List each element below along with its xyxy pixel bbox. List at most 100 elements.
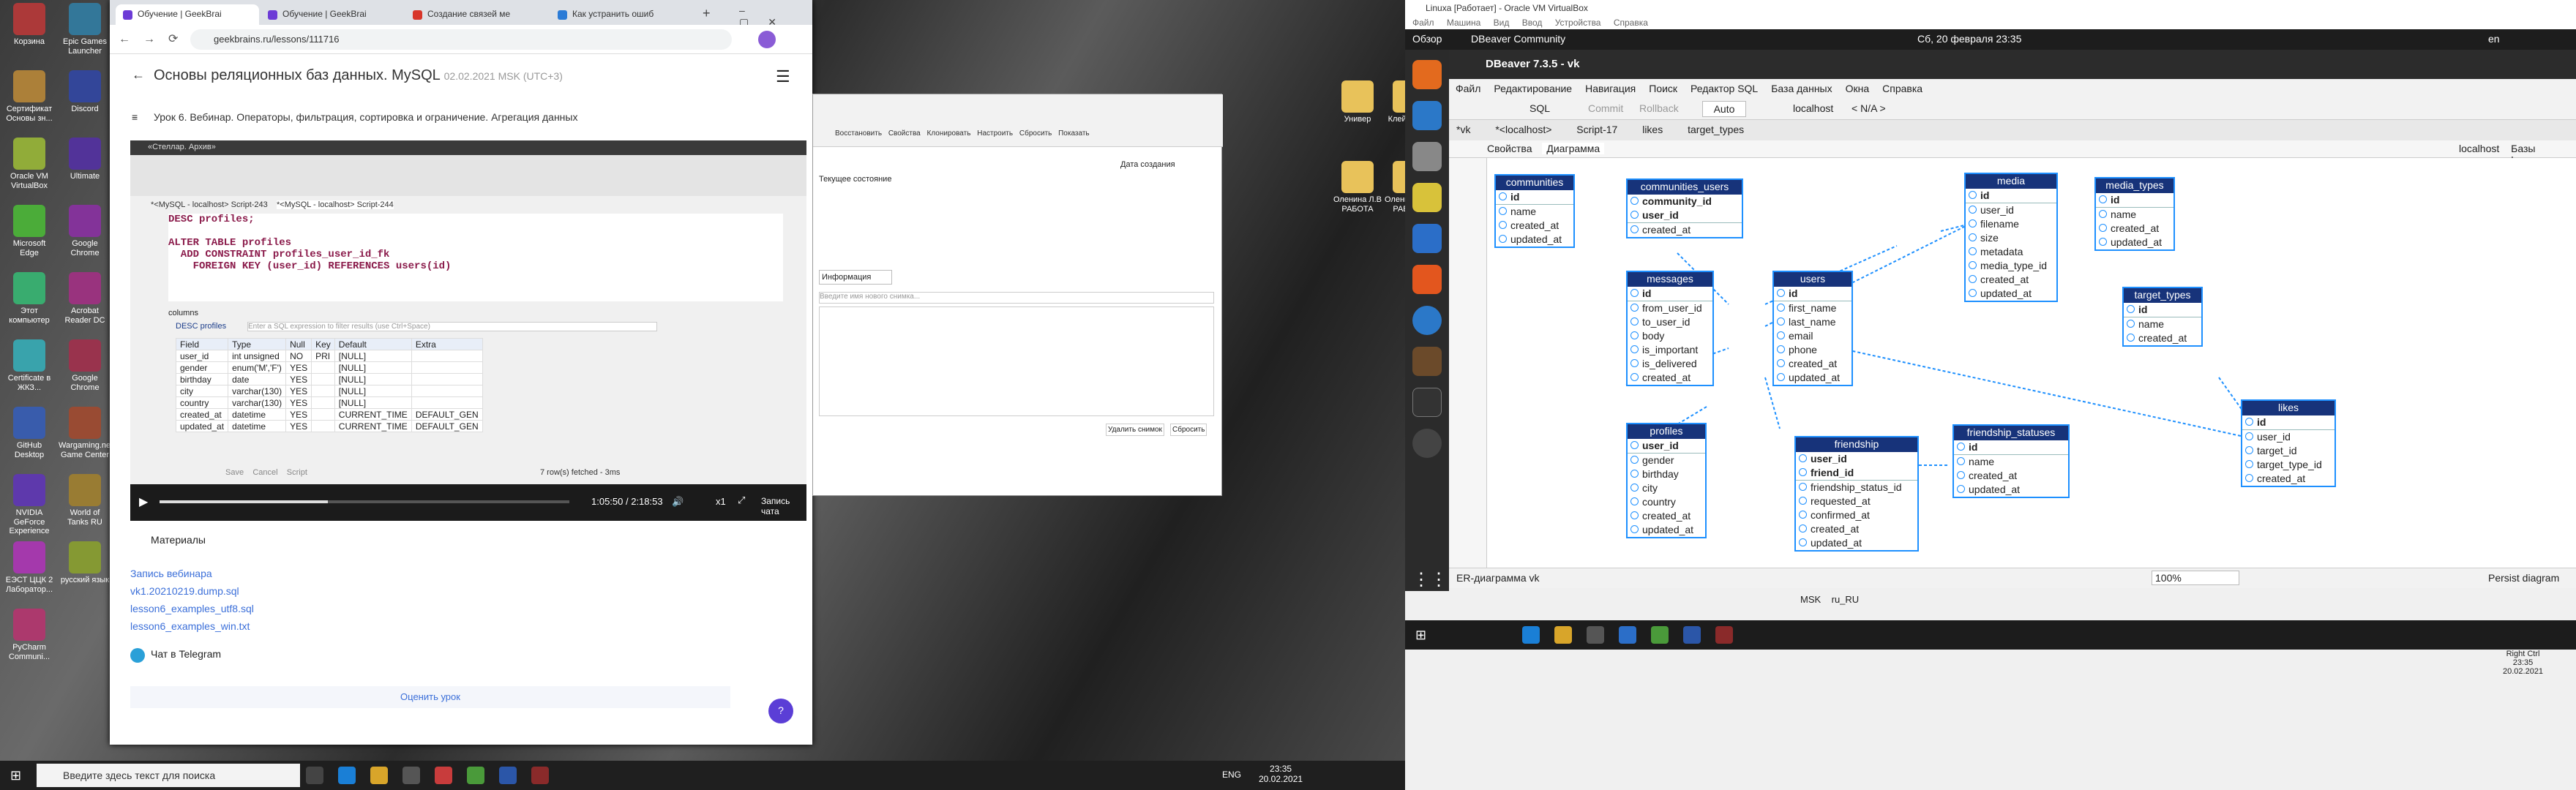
er-table-users[interactable]: users id first_name last_name email phone crea… <box>1772 271 1853 386</box>
er-column[interactable]: target_type_id <box>2242 458 2334 472</box>
grid-cell[interactable] <box>411 373 483 385</box>
grid-cell[interactable]: datetime <box>228 420 287 432</box>
er-column[interactable]: target_id <box>2242 444 2334 458</box>
grid-cell[interactable]: int unsigned <box>228 350 287 362</box>
er-diagram-canvas[interactable]: communities id name created_at updated_at com… <box>1487 158 2576 568</box>
desktop-icon[interactable]: Оленина Л.В РАБОТА <box>1332 161 1383 214</box>
er-table-friendship[interactable]: friendship user_id friend_id friendship_sta… <box>1794 436 1919 552</box>
er-column[interactable]: name <box>2096 207 2174 222</box>
er-column[interactable]: email <box>1774 329 1852 343</box>
er-column[interactable]: created_at <box>1966 273 2056 287</box>
grid-cell[interactable]: YES <box>285 396 312 409</box>
er-column[interactable]: created_at <box>1954 469 2068 483</box>
subtab[interactable]: Свойства <box>1487 143 1532 154</box>
grid-cell[interactable]: date <box>228 373 287 385</box>
help-icon[interactable]: ? <box>768 699 793 723</box>
chat-record-button[interactable]: Запись чата <box>761 496 806 516</box>
desktop-icon[interactable]: GitHub Desktop <box>3 407 56 459</box>
grid-cell[interactable] <box>411 385 483 397</box>
explorer-icon[interactable] <box>370 767 388 784</box>
new-tab-icon[interactable]: + <box>703 6 711 21</box>
er-column[interactable]: metadata <box>1966 245 2056 259</box>
rhythmbox-icon[interactable] <box>1412 183 1442 212</box>
er-column[interactable]: id <box>1628 287 1712 301</box>
grid-cell[interactable] <box>411 350 483 362</box>
grid-cell[interactable] <box>311 420 335 432</box>
menu-icon[interactable]: ☰ <box>776 67 790 86</box>
menu-item[interactable]: Поиск <box>1642 79 1684 94</box>
desktop-icon[interactable]: Этот компьютер <box>3 272 56 325</box>
grid-header[interactable]: Default <box>334 338 412 350</box>
er-column[interactable]: user_id <box>1796 452 1917 466</box>
desktop-icon[interactable]: Корзина <box>3 3 56 47</box>
grid-cell[interactable]: YES <box>285 385 312 397</box>
transaction-mode[interactable]: Auto <box>1702 101 1746 117</box>
er-column[interactable]: created_at <box>2096 222 2174 236</box>
er-column[interactable]: to_user_id <box>1628 315 1712 329</box>
edge-icon[interactable] <box>338 767 356 784</box>
desktop-icon[interactable]: Ultimate <box>59 138 111 181</box>
er-table-profiles[interactable]: profiles user_id gender birthday city country… <box>1626 423 1707 538</box>
updater-icon[interactable] <box>1412 429 1442 458</box>
er-table-messages[interactable]: messages id from_user_id to_user_id body is_i… <box>1626 271 1714 386</box>
toolbar-button[interactable]: Сбросить <box>1019 129 1052 138</box>
grid-cell[interactable]: city <box>175 385 229 397</box>
toolbar-button[interactable]: Показать <box>1058 129 1090 138</box>
vm-menu-item[interactable]: Ввод <box>1522 18 1543 28</box>
grid-cell[interactable] <box>311 385 335 397</box>
grid-cell[interactable]: datetime <box>228 408 287 421</box>
grid-cell[interactable]: CURRENT_TIME <box>334 408 412 421</box>
connection-select[interactable]: localhost <box>1793 102 1833 114</box>
store-icon[interactable] <box>402 767 420 784</box>
taskbar-search[interactable]: Введите здесь текст для поиска <box>37 764 300 787</box>
lang-indicator[interactable]: ENG <box>1222 770 1241 780</box>
rate-lesson-button[interactable]: Оценить урок <box>130 686 730 708</box>
app-menu[interactable]: DBeaver Community <box>1471 33 1565 45</box>
er-column[interactable]: last_name <box>1774 315 1852 329</box>
er-column[interactable]: birthday <box>1628 467 1705 481</box>
edge-icon[interactable] <box>1522 626 1540 644</box>
grid-cell[interactable] <box>311 361 335 374</box>
progress-bar[interactable] <box>160 500 569 503</box>
grid-cell[interactable]: YES <box>285 373 312 385</box>
er-column[interactable]: created_at <box>1628 509 1705 523</box>
er-column[interactable]: updated_at <box>1628 523 1705 537</box>
er-table-media[interactable]: media id user_id filename size metadata media_… <box>1964 173 2058 302</box>
er-column[interactable]: updated_at <box>1774 371 1852 385</box>
grid-cell[interactable]: enum('M','F') <box>228 361 287 374</box>
snapshot-name-input[interactable]: Введите имя нового снимка... <box>819 292 1214 304</box>
chrome-icon[interactable] <box>467 767 484 784</box>
er-column[interactable]: id <box>1966 189 2056 203</box>
grid-cell[interactable]: YES <box>285 361 312 374</box>
desktop-icon[interactable]: Универ <box>1332 80 1383 124</box>
url-input[interactable]: geekbrains.ru/lessons/111716 <box>190 29 732 50</box>
grid-cell[interactable]: DEFAULT_GEN <box>411 420 483 432</box>
er-column[interactable]: id <box>1954 440 2068 454</box>
current-state[interactable]: Текущее состояние <box>819 175 891 184</box>
filter-input[interactable]: Enter a SQL expression to filter results… <box>247 322 657 331</box>
persist-diagram-button[interactable]: Persist diagram <box>2488 572 2559 584</box>
start-icon[interactable]: ⊞ <box>10 768 21 783</box>
er-column[interactable]: updated_at <box>1966 287 2056 301</box>
er-column[interactable]: updated_at <box>1954 483 2068 497</box>
task-view-icon[interactable] <box>306 767 323 784</box>
grid-header[interactable]: Type <box>228 338 287 350</box>
grid-cell[interactable]: [NULL] <box>334 385 412 397</box>
grid-cell[interactable]: YES <box>285 420 312 432</box>
er-column[interactable]: name <box>2124 317 2201 331</box>
fullscreen-icon[interactable]: ⤢ <box>738 494 745 506</box>
virtualbox-icon[interactable] <box>1683 626 1701 644</box>
chrome-icon[interactable] <box>1651 626 1669 644</box>
grid-cell[interactable]: user_id <box>175 350 229 362</box>
store-icon[interactable] <box>1587 626 1604 644</box>
desktop-icon[interactable]: Oracle VM VirtualBox <box>3 138 56 190</box>
play-icon[interactable]: ▶ <box>139 494 148 509</box>
desktop-icon[interactable]: World of Tanks RU <box>59 474 111 527</box>
er-column[interactable]: media_type_id <box>1966 259 2056 273</box>
er-column[interactable]: from_user_id <box>1628 301 1712 315</box>
grid-header[interactable]: Extra <box>411 338 483 350</box>
firefox-icon[interactable] <box>1412 60 1442 89</box>
software-icon[interactable] <box>1412 265 1442 294</box>
menu-item[interactable]: Редактор SQL <box>1684 79 1764 94</box>
video-player[interactable]: «Стеллар. Архив» *<MySQL - localhost> Sc… <box>130 140 806 521</box>
